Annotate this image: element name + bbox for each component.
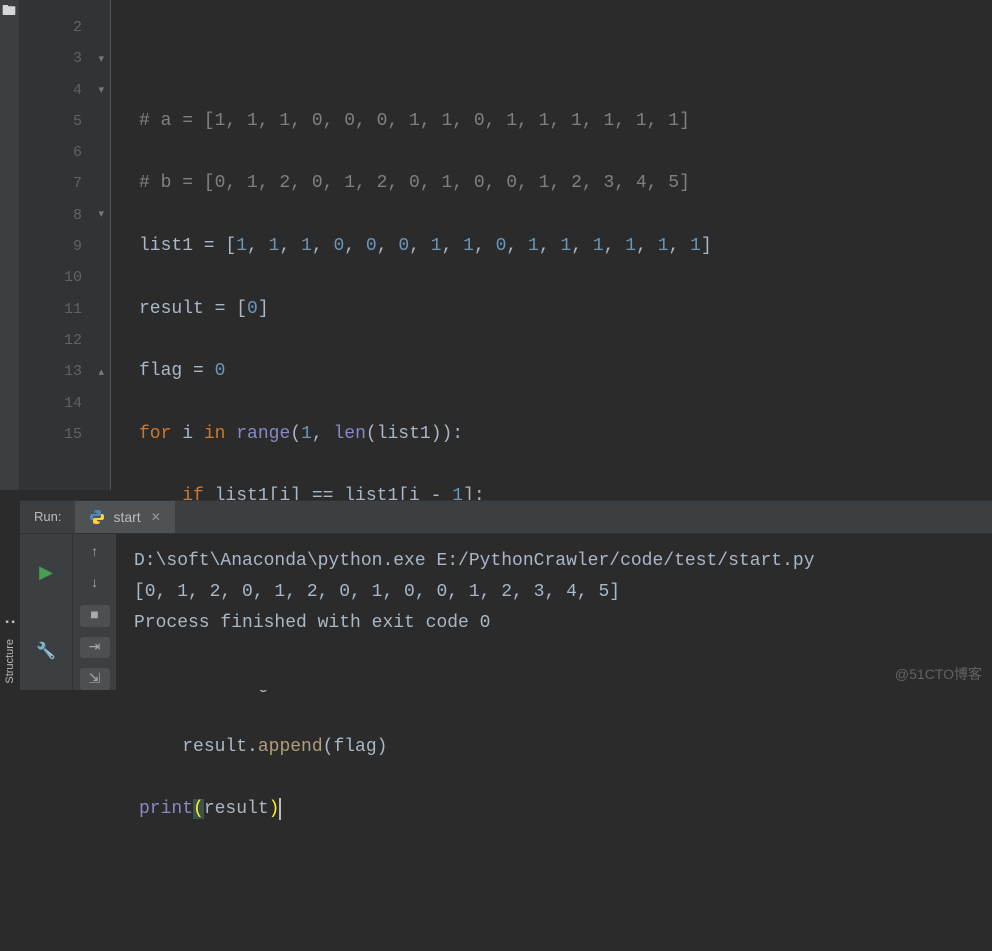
wrench-icon: 🔧: [36, 641, 56, 661]
down-button[interactable]: ↓: [80, 574, 110, 596]
line-number: 10: [20, 262, 82, 293]
console-line: Process finished with exit code 0: [134, 608, 974, 639]
run-sub-actions: ↑ ↓ ■ ⇥ ⇲: [72, 534, 116, 690]
code-line: result.append(flag): [139, 732, 992, 763]
line-number: 15: [20, 419, 82, 450]
console-line: D:\soft\Anaconda\python.exe E:/PythonCra…: [134, 546, 974, 577]
fold-icon[interactable]: ▴: [98, 358, 104, 389]
wrap-button[interactable]: ⇥: [80, 637, 110, 659]
line-number: 11: [20, 294, 82, 325]
project-tool-strip[interactable]: 🖿: [0, 0, 20, 490]
code-line: for i in range(1, len(list1)):: [139, 419, 992, 450]
line-number: 3: [20, 43, 82, 74]
fold-icon[interactable]: ▾: [98, 76, 104, 107]
run-tab-name: start: [113, 509, 140, 525]
play-icon: ▶: [39, 562, 53, 584]
line-number: 6: [20, 137, 82, 168]
run-tab[interactable]: start ✕: [75, 501, 174, 533]
code-line: [139, 43, 992, 74]
code-area[interactable]: # a = [1, 1, 1, 0, 0, 0, 1, 1, 0, 1, 1, …: [110, 0, 992, 490]
line-number: 8: [20, 200, 82, 231]
structure-icon: ▪▪: [4, 618, 16, 629]
stop-button[interactable]: ■: [80, 605, 110, 627]
export-button[interactable]: ⇲: [80, 668, 110, 690]
run-actions: ▶ 🔧: [20, 534, 72, 690]
python-icon: [89, 509, 105, 525]
up-button[interactable]: ↑: [80, 542, 110, 564]
config-button[interactable]: 🔧: [20, 612, 72, 690]
line-number: 14: [20, 388, 82, 419]
rerun-button[interactable]: ▶: [20, 534, 72, 612]
fold-icon[interactable]: ▾: [98, 45, 104, 76]
fold-icon[interactable]: ▾: [98, 200, 104, 231]
code-line: flag = 0: [139, 356, 992, 387]
line-number: 4: [20, 75, 82, 106]
code-line: result = [0]: [139, 294, 992, 325]
line-number: 2: [20, 12, 82, 43]
line-number: 7: [20, 168, 82, 199]
run-panel: Run: start ✕ ▶ 🔧 ↑ ↓ ■ ⇥ ⇲ D:\soft\Anaco…: [20, 500, 992, 690]
code-line: [139, 857, 992, 888]
line-number: 12: [20, 325, 82, 356]
code-line: # b = [0, 1, 2, 0, 1, 2, 0, 1, 0, 0, 1, …: [139, 168, 992, 199]
cursor: [279, 798, 281, 820]
watermark: @51CTO博客: [895, 664, 982, 684]
code-line: list1 = [1, 1, 1, 0, 0, 0, 1, 1, 0, 1, 1…: [139, 231, 992, 262]
code-line: # a = [1, 1, 1, 0, 0, 0, 1, 1, 0, 1, 1, …: [139, 106, 992, 137]
line-number: 13: [20, 356, 82, 387]
gutter[interactable]: 2 3 ▾ 4 ▾ 5 6 7 8 ▾ 9 10 11 12 13 ▴ 14 1…: [20, 0, 110, 490]
line-number: 9: [20, 231, 82, 262]
run-label: Run:: [20, 501, 75, 533]
editor-pane: 2 3 ▾ 4 ▾ 5 6 7 8 ▾ 9 10 11 12 13 ▴ 14 1…: [20, 0, 992, 490]
run-header: Run: start ✕: [20, 500, 992, 534]
console-output[interactable]: D:\soft\Anaconda\python.exe E:/PythonCra…: [116, 534, 992, 690]
console-line: [0, 1, 2, 0, 1, 2, 0, 1, 0, 0, 1, 2, 3, …: [134, 577, 974, 608]
code-line: print(result): [139, 794, 992, 825]
left-tool-strip: ▪▪ Structure: [0, 490, 20, 690]
close-icon[interactable]: ✕: [151, 510, 161, 524]
run-body: ▶ 🔧 ↑ ↓ ■ ⇥ ⇲ D:\soft\Anaconda\python.ex…: [20, 534, 992, 690]
structure-label[interactable]: Structure: [4, 639, 16, 684]
folder-icon[interactable]: 🖿: [0, 0, 19, 24]
line-number: 5: [20, 106, 82, 137]
